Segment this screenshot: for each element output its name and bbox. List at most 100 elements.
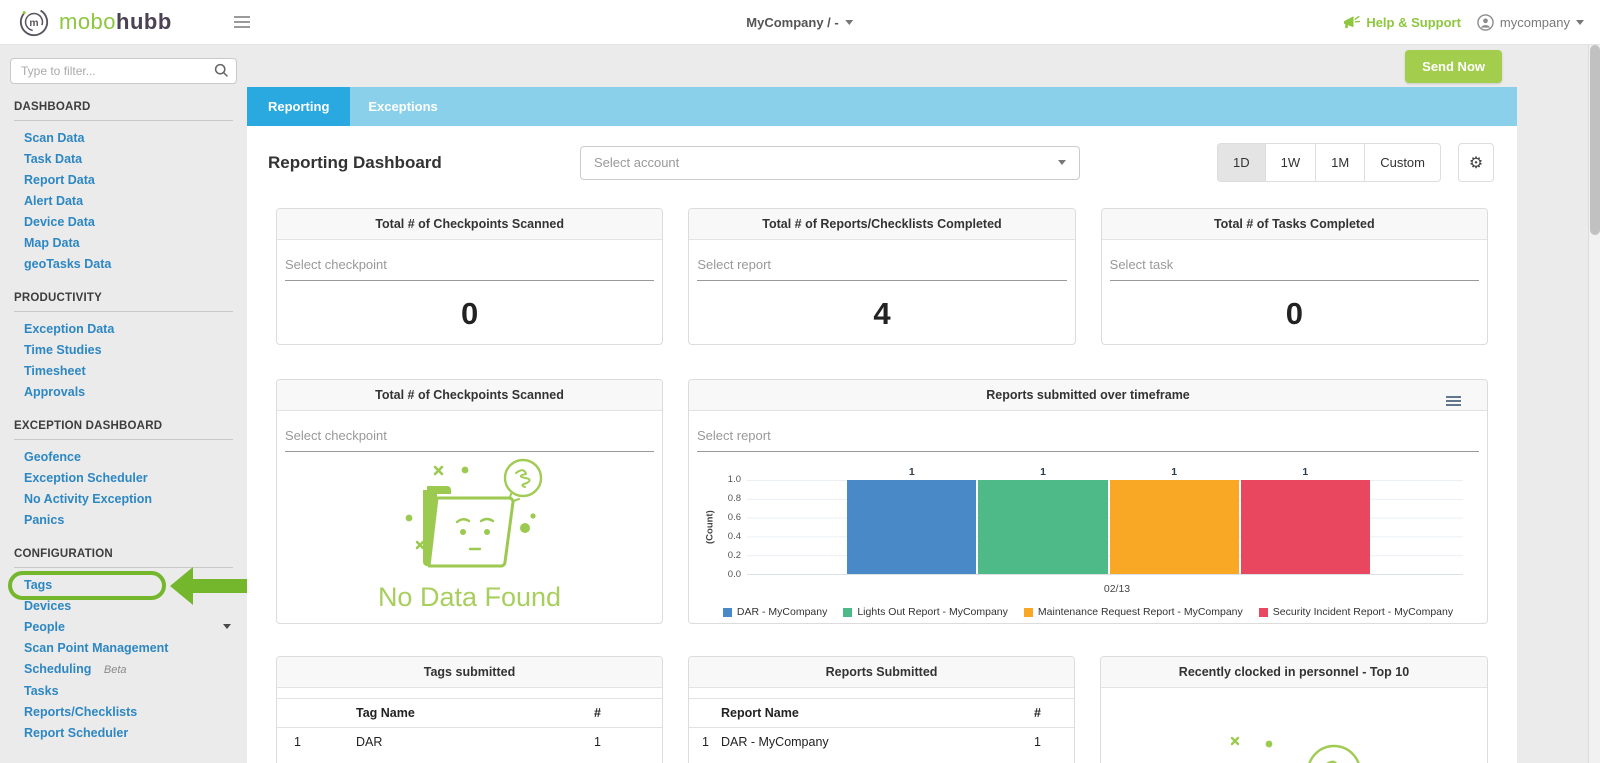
account-select-placeholder: Select account bbox=[594, 155, 679, 170]
card-checkpoints-scanned-chart: Total # of Checkpoints Scanned Select ch… bbox=[276, 379, 663, 624]
checkpoint-select[interactable]: Select checkpoint bbox=[285, 423, 654, 452]
bar-value-label: 1 bbox=[1241, 466, 1370, 478]
count-cell: 1 bbox=[594, 735, 662, 749]
range-button-custom[interactable]: Custom bbox=[1364, 143, 1441, 182]
sidebar-item-exception-data[interactable]: Exception Data bbox=[0, 319, 247, 340]
count-cell: 1 bbox=[1034, 735, 1074, 749]
task-select[interactable]: Select task bbox=[1110, 252, 1479, 281]
sidebar-item-devices[interactable]: Devices bbox=[0, 596, 247, 617]
legend-label: Security Incident Report - MyCompany bbox=[1273, 606, 1453, 618]
chart-bar[interactable]: 1 bbox=[847, 480, 976, 574]
bar-value-label: 1 bbox=[1110, 466, 1239, 478]
sidebar-item-report-data[interactable]: Report Data bbox=[0, 170, 247, 191]
user-avatar-icon bbox=[1477, 14, 1494, 31]
sidebar-item-approvals[interactable]: Approvals bbox=[0, 382, 247, 403]
sidebar-item-task-data[interactable]: Task Data bbox=[0, 149, 247, 170]
chevron-down-icon bbox=[223, 624, 231, 629]
company-selector-dropdown[interactable]: MyCompany / - bbox=[746, 15, 853, 30]
sidebar-item-scheduling[interactable]: Scheduling Beta bbox=[0, 659, 247, 681]
chart-cards-row: Total # of Checkpoints Scanned Select ch… bbox=[276, 379, 1488, 624]
x-axis-tick: 02/13 bbox=[689, 583, 1487, 595]
checkpoint-select[interactable]: Select checkpoint bbox=[285, 252, 654, 281]
sidebar-item-geofence[interactable]: Geofence bbox=[0, 447, 247, 468]
sidebar-item-report-scheduler[interactable]: Report Scheduler bbox=[0, 723, 247, 744]
sidebar-item-people[interactable]: People bbox=[0, 617, 247, 638]
sidebar-item-scan-point-management[interactable]: Scan Point Management bbox=[0, 638, 247, 659]
range-button-1m[interactable]: 1M bbox=[1315, 143, 1364, 182]
user-menu-dropdown[interactable]: mycompany bbox=[1477, 14, 1584, 31]
tab-bar: Reporting Exceptions bbox=[247, 87, 1517, 126]
account-select[interactable]: Select account bbox=[580, 146, 1080, 180]
send-now-button[interactable]: Send Now bbox=[1405, 50, 1502, 83]
page-title: Reporting Dashboard bbox=[268, 153, 580, 173]
card-title: Tags submitted bbox=[277, 657, 662, 688]
sidebar-item-no-activity-exception[interactable]: No Activity Exception bbox=[0, 489, 247, 510]
card-reports-submitted: Reports Submitted Report Name # 1 DAR - … bbox=[688, 656, 1075, 763]
sidebar-item-time-studies[interactable]: Time Studies bbox=[0, 340, 247, 361]
mobohubb-logo[interactable]: m mobohubb bbox=[18, 6, 172, 38]
column-header-count: # bbox=[594, 706, 662, 720]
legend-item[interactable]: Security Incident Report - MyCompany bbox=[1259, 606, 1453, 618]
stat-value: 0 bbox=[1102, 296, 1487, 332]
range-button-1w[interactable]: 1W bbox=[1265, 143, 1316, 182]
no-data-placeholder bbox=[1101, 688, 1487, 763]
legend-label: DAR - MyCompany bbox=[737, 606, 827, 618]
chevron-down-icon bbox=[1576, 20, 1584, 25]
sidebar-toggle-hamburger-icon[interactable] bbox=[234, 16, 250, 28]
report-select[interactable]: Select report bbox=[697, 423, 1479, 452]
legend-item[interactable]: Lights Out Report - MyCompany bbox=[843, 606, 1008, 618]
chart-legend: DAR - MyCompany Lights Out Report - MyCom… bbox=[689, 606, 1487, 618]
sidebar-item-timesheet[interactable]: Timesheet bbox=[0, 361, 247, 382]
vertical-scrollbar bbox=[1588, 45, 1600, 763]
sidebar-item-tasks[interactable]: Tasks bbox=[0, 681, 247, 702]
help-support-label: Help & Support bbox=[1366, 15, 1461, 30]
sidebar-item-tags[interactable]: Tags bbox=[0, 575, 247, 596]
legend-swatch bbox=[1024, 608, 1033, 617]
chart-bar[interactable]: 1 bbox=[1241, 480, 1370, 574]
company-selector-label: MyCompany / - bbox=[746, 15, 838, 30]
bar-chart: (Count) 1.00.80.60.40.20.0 1111 bbox=[703, 480, 1463, 575]
sidebar-section-exception-dashboard: EXCEPTION DASHBOARD Geofence Exception S… bbox=[0, 420, 247, 531]
empty-state-illustration-icon bbox=[1194, 728, 1394, 763]
legend-label: Maintenance Request Report - MyCompany bbox=[1038, 606, 1243, 618]
sidebar-section-productivity: PRODUCTIVITY Exception Data Time Studies… bbox=[0, 292, 247, 403]
chart-bar[interactable]: 1 bbox=[978, 480, 1107, 574]
sidebar: DASHBOARD Scan Data Task Data Report Dat… bbox=[0, 45, 247, 763]
report-select[interactable]: Select report bbox=[697, 252, 1066, 281]
empty-folder-illustration-icon bbox=[375, 452, 565, 580]
sidebar-item-geotasks-data[interactable]: geoTasks Data bbox=[0, 254, 247, 275]
chart-menu-icon[interactable] bbox=[1446, 396, 1461, 406]
sidebar-item-exception-scheduler[interactable]: Exception Scheduler bbox=[0, 468, 247, 489]
section-title: CONFIGURATION bbox=[0, 548, 247, 560]
table-header-row: Tag Name # bbox=[277, 698, 662, 728]
legend-item[interactable]: Maintenance Request Report - MyCompany bbox=[1024, 606, 1243, 618]
legend-swatch bbox=[1259, 608, 1268, 617]
sidebar-item-map-data[interactable]: Map Data bbox=[0, 233, 247, 254]
sidebar-item-device-data[interactable]: Device Data bbox=[0, 212, 247, 233]
divider bbox=[14, 120, 233, 121]
sidebar-filter-input[interactable] bbox=[10, 58, 237, 84]
sidebar-item-label: People bbox=[24, 620, 65, 634]
help-support-link[interactable]: Help & Support bbox=[1343, 15, 1461, 30]
table-header-row: Report Name # bbox=[689, 698, 1074, 728]
panel-header: Reporting Dashboard Select account 1D 1W… bbox=[247, 126, 1517, 196]
table-row: 1 DAR 1 bbox=[277, 728, 662, 756]
chart-bar[interactable]: 1 bbox=[1110, 480, 1239, 574]
sidebar-item-scan-data[interactable]: Scan Data bbox=[0, 128, 247, 149]
sidebar-item-panics[interactable]: Panics bbox=[0, 510, 247, 531]
tab-reporting[interactable]: Reporting bbox=[247, 87, 350, 126]
tab-exceptions[interactable]: Exceptions bbox=[350, 87, 455, 126]
sidebar-item-alert-data[interactable]: Alert Data bbox=[0, 191, 247, 212]
scrollbar-thumb[interactable] bbox=[1590, 45, 1600, 235]
legend-label: Lights Out Report - MyCompany bbox=[857, 606, 1008, 618]
divider bbox=[14, 311, 233, 312]
legend-swatch bbox=[723, 608, 732, 617]
divider bbox=[14, 439, 233, 440]
sidebar-item-reports-checklists[interactable]: Reports/Checklists bbox=[0, 702, 247, 723]
sidebar-item-label: Scheduling bbox=[24, 662, 91, 676]
settings-button[interactable]: ⚙ bbox=[1458, 143, 1494, 182]
stat-value: 4 bbox=[689, 296, 1074, 332]
report-name-cell: DAR - MyCompany bbox=[721, 735, 1034, 749]
range-button-1d[interactable]: 1D bbox=[1217, 143, 1265, 182]
legend-item[interactable]: DAR - MyCompany bbox=[723, 606, 827, 618]
